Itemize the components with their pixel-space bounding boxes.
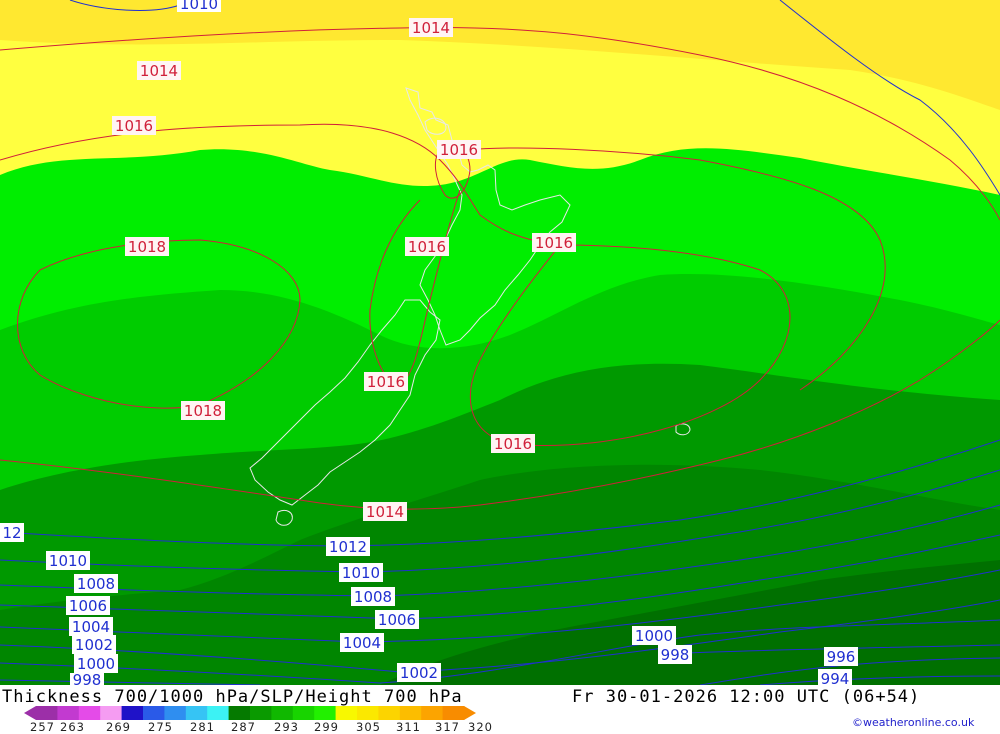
scale-label: 275 — [148, 720, 173, 734]
isobar-label: 12 — [0, 523, 24, 542]
isobar-label: 1004 — [69, 617, 113, 636]
scale-cell — [250, 706, 272, 720]
svg-text:1018: 1018 — [128, 238, 166, 256]
scale-cell — [121, 706, 144, 720]
isobar-label: 998 — [70, 671, 104, 689]
scale-cell — [207, 706, 230, 720]
credit-link[interactable]: ©weatheronline.co.uk — [852, 716, 974, 729]
svg-text:1016: 1016 — [115, 117, 153, 135]
svg-text:1000: 1000 — [635, 627, 673, 645]
scale-cell — [421, 706, 444, 720]
scale-label: 305 — [356, 720, 381, 734]
isobar-label: 1018 — [125, 237, 169, 256]
svg-text:1008: 1008 — [354, 588, 392, 606]
scale-cell — [399, 706, 422, 720]
svg-text:1018: 1018 — [184, 402, 222, 420]
color-scale-bar — [24, 706, 476, 720]
scale-label: 287 — [231, 720, 256, 734]
scale-cell — [78, 706, 101, 720]
svg-text:1014: 1014 — [366, 503, 404, 521]
scale-label: 293 — [274, 720, 299, 734]
isobar-label: 1010 — [46, 551, 90, 570]
svg-text:1004: 1004 — [343, 634, 381, 652]
svg-text:1010: 1010 — [49, 552, 87, 570]
isobar-label: 1006 — [66, 596, 110, 615]
scale-cell — [292, 706, 315, 720]
scale-cell — [36, 706, 58, 720]
svg-text:1002: 1002 — [75, 636, 113, 654]
scale-cell — [357, 706, 379, 720]
svg-text:1012: 1012 — [329, 538, 367, 556]
svg-text:1004: 1004 — [72, 618, 110, 636]
svg-text:1014: 1014 — [140, 62, 178, 80]
isobar-label: 1008 — [351, 587, 395, 606]
svg-text:1006: 1006 — [378, 611, 416, 629]
svg-text:994: 994 — [821, 670, 850, 685]
isobar-label: 1016 — [112, 116, 156, 135]
scale-cell — [335, 706, 358, 720]
scale-label: 281 — [190, 720, 215, 734]
scale-label: 299 — [314, 720, 339, 734]
color-scale-labels: 257 263 269 275 281 287 293 299 305 311 … — [30, 720, 500, 734]
scale-label: 317 — [435, 720, 460, 734]
isobar-label: 1004 — [340, 633, 384, 652]
map-footer: Thickness 700/1000 hPa/SLP/Height 700 hP… — [0, 685, 1000, 734]
svg-text:998: 998 — [661, 646, 690, 664]
scale-cell — [228, 706, 251, 720]
svg-text:1014: 1014 — [412, 19, 450, 37]
svg-text:1010: 1010 — [180, 0, 218, 13]
isobar-label: 1014 — [137, 61, 181, 80]
scale-label: 269 — [106, 720, 131, 734]
isobar-label: 994 — [818, 669, 852, 688]
scale-label: 320 — [468, 720, 493, 734]
isobar-label: 1006 — [375, 610, 419, 629]
isobar-label: 1016 — [405, 237, 449, 256]
isobar-label: 1002 — [72, 635, 116, 654]
scale-cell — [143, 706, 165, 720]
svg-text:1006: 1006 — [69, 597, 107, 615]
scale-label: 257 — [30, 720, 55, 734]
weather-map: 1014 1014 1016 1016 1018 1016 1016 1018 … — [0, 0, 1000, 689]
svg-text:1010: 1010 — [342, 564, 380, 582]
scale-label: 311 — [396, 720, 421, 734]
scale-label: 263 — [60, 720, 85, 734]
isobar-label: 1016 — [491, 434, 535, 453]
scale-cell — [100, 706, 123, 720]
isobar-label: 1002 — [397, 663, 441, 682]
scale-cell — [57, 706, 80, 720]
svg-text:1016: 1016 — [440, 141, 478, 159]
isobar-label: 1014 — [409, 18, 453, 37]
scale-cell — [442, 706, 465, 720]
isobar-label: 1016 — [532, 233, 576, 252]
isobar-label: 1000 — [632, 626, 676, 645]
scale-cell — [164, 706, 187, 720]
map-title: Thickness 700/1000 hPa/SLP/Height 700 hP… — [2, 687, 463, 707]
svg-text:998: 998 — [73, 671, 102, 685]
isobar-label: 1016 — [364, 372, 408, 391]
isobar-label: 1016 — [437, 140, 481, 159]
svg-text:1002: 1002 — [400, 664, 438, 682]
isobar-label: 1014 — [363, 502, 407, 521]
scale-arrow-left — [24, 706, 36, 720]
scale-cell — [378, 706, 401, 720]
isobar-label: 998 — [658, 645, 692, 664]
valid-time: Fr 30-01-2026 12:00 UTC (06+54) — [572, 687, 921, 707]
scale-arrow-right — [464, 706, 476, 720]
isobar-label: 1018 — [181, 401, 225, 420]
svg-text:1016: 1016 — [535, 234, 573, 252]
scale-cell — [185, 706, 208, 720]
isobar-label: 996 — [824, 647, 858, 666]
svg-text:996: 996 — [827, 648, 856, 666]
isobar-label: 1008 — [74, 574, 118, 593]
isobar-label: 1012 — [326, 537, 370, 556]
isobar-label: 1010 — [177, 0, 221, 13]
svg-text:12: 12 — [2, 524, 21, 542]
svg-text:1008: 1008 — [77, 575, 115, 593]
isobar-label: 1010 — [339, 563, 383, 582]
scale-cell — [271, 706, 294, 720]
svg-text:1016: 1016 — [367, 373, 405, 391]
scale-cell — [314, 706, 337, 720]
svg-text:1016: 1016 — [494, 435, 532, 453]
svg-text:1016: 1016 — [408, 238, 446, 256]
